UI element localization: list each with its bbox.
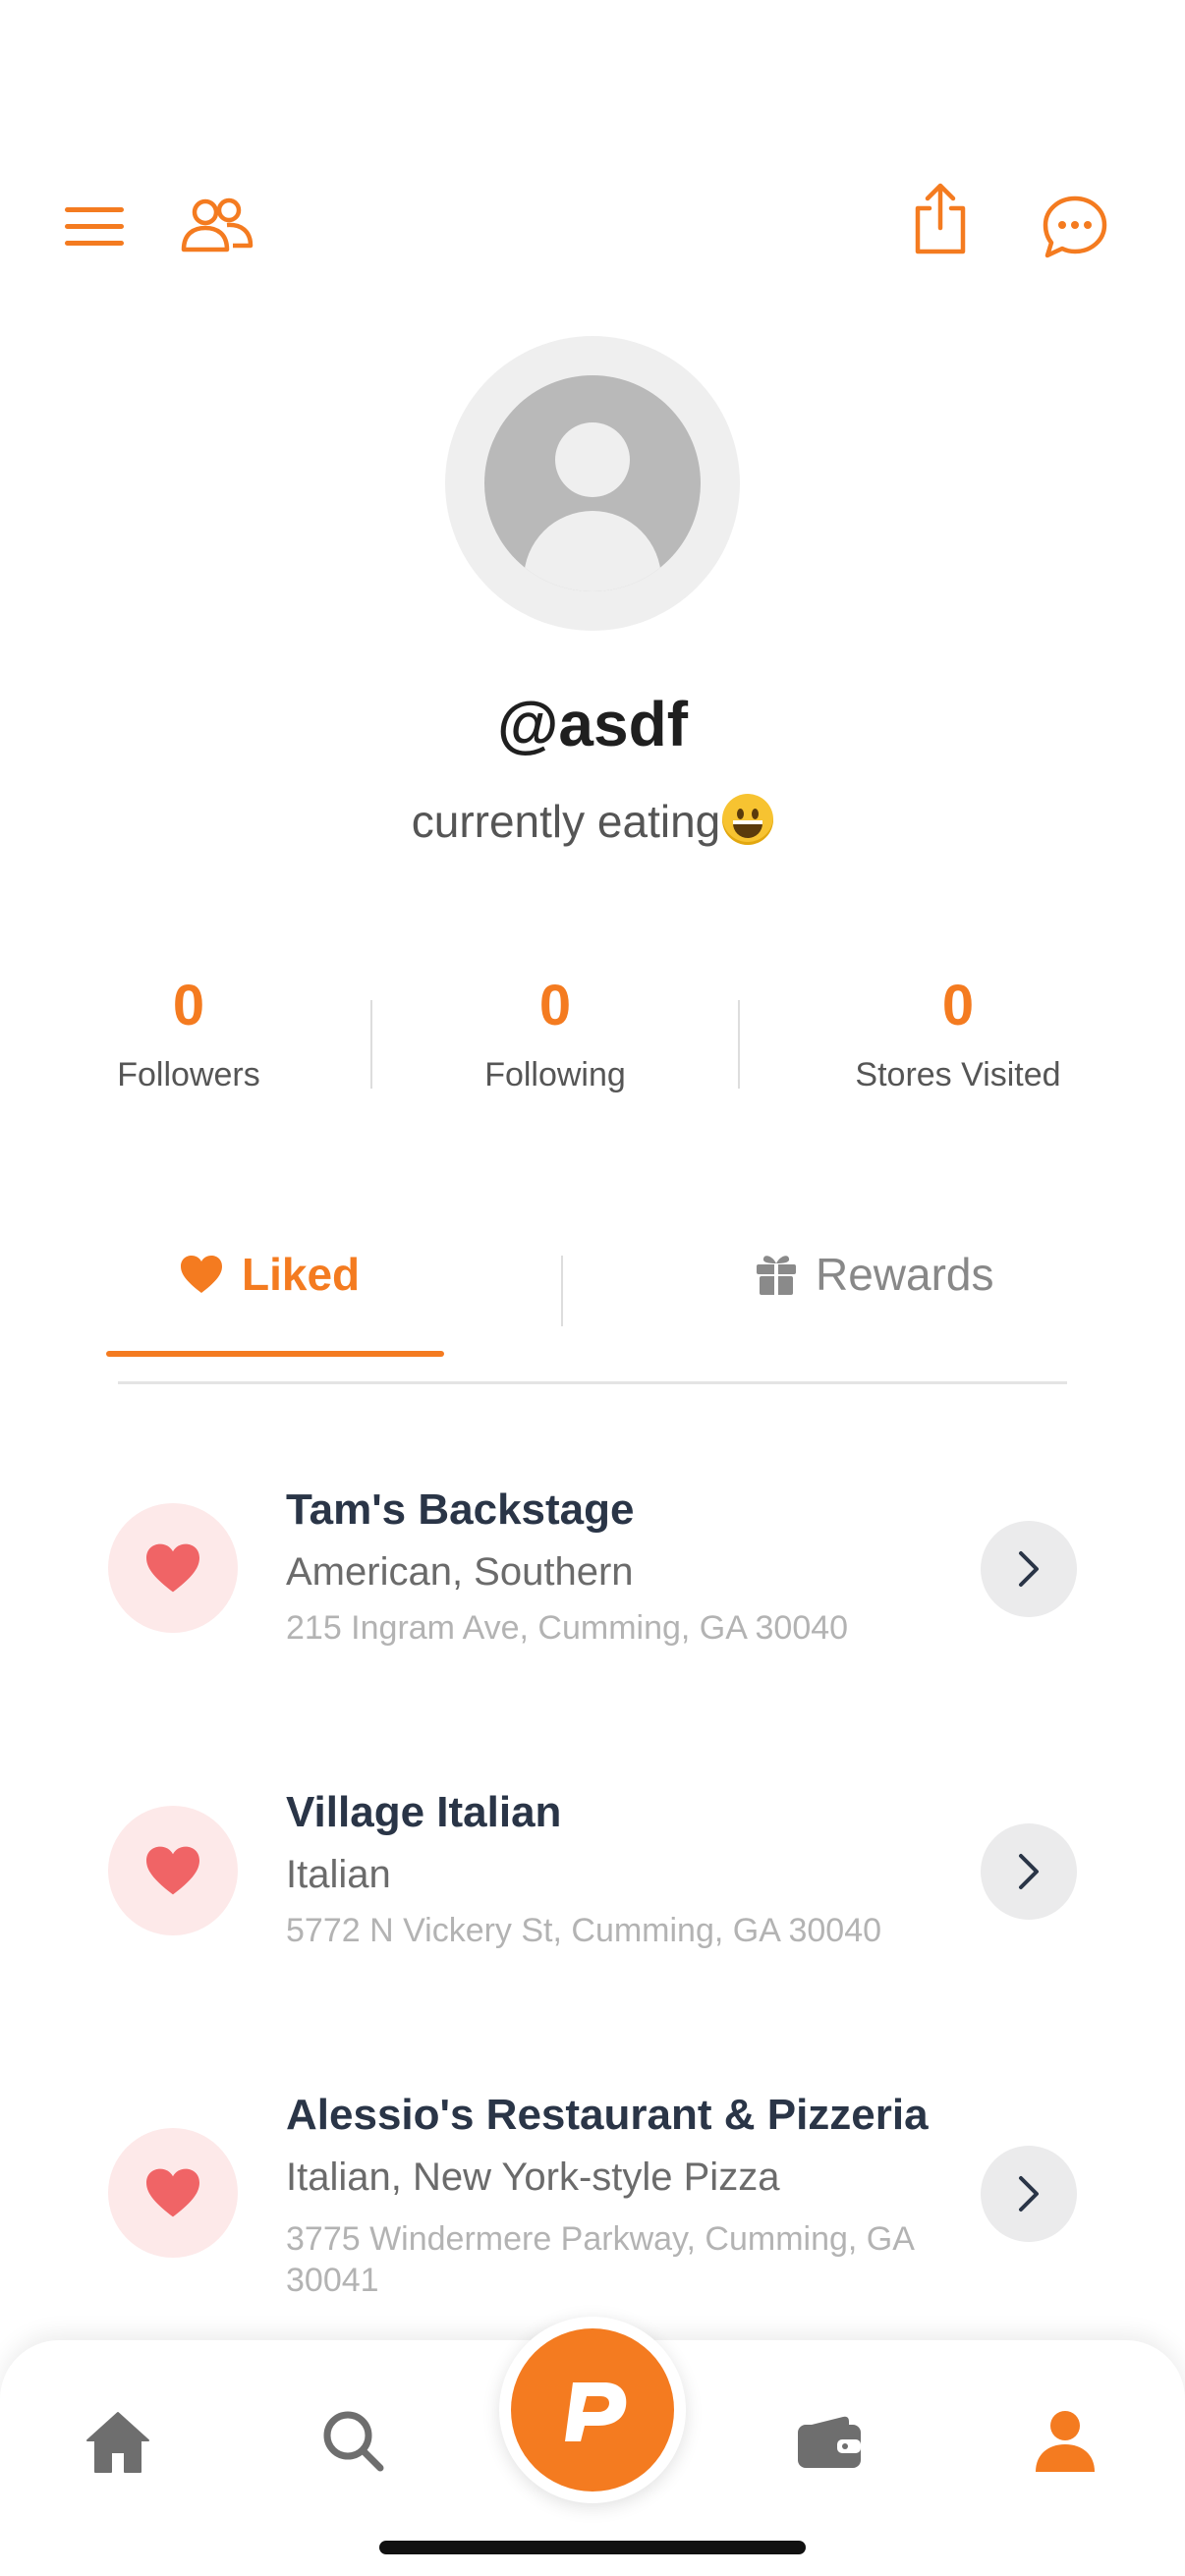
- app-logo-icon: [565, 2382, 627, 2441]
- store-cuisine: Italian, New York-style Pizza: [286, 2156, 780, 2199]
- home-icon: [86, 2412, 149, 2473]
- following-count: 0: [538, 974, 572, 1037]
- nav-wallet[interactable]: [780, 2392, 878, 2491]
- tab-divider: [561, 1256, 563, 1326]
- list-item[interactable]: Tam's Backstage American, Southern 215 I…: [0, 1468, 1185, 1664]
- store-name: Tam's Backstage: [286, 1485, 635, 1534]
- stores-visited-label: Stores Visited: [855, 1056, 1061, 1093]
- share-icon: [915, 183, 966, 254]
- list-item[interactable]: Village Italian Italian 5772 N Vickery S…: [0, 1770, 1185, 1967]
- stat-divider: [370, 1000, 372, 1089]
- heart-icon: [146, 1846, 199, 1895]
- store-cuisine: American, Southern: [286, 1550, 634, 1594]
- heart-icon: [146, 2168, 199, 2217]
- gift-icon: [757, 1256, 796, 1296]
- tab-liked[interactable]: Liked: [179, 1248, 360, 1301]
- menu-button[interactable]: [55, 193, 134, 261]
- chat-icon: [1043, 196, 1107, 258]
- username: @asdf: [497, 689, 688, 759]
- stat-divider: [738, 1000, 740, 1089]
- list-item[interactable]: Alessio's Restaurant & Pizzeria Italian,…: [0, 2073, 1185, 2309]
- wallet-icon: [798, 2416, 861, 2468]
- heart-badge: [108, 1806, 238, 1935]
- avatar-placeholder-icon: [484, 375, 701, 591]
- heart-badge: [108, 1503, 238, 1633]
- open-store-button[interactable]: [981, 1823, 1077, 1920]
- stores-visited-count: 0: [941, 974, 975, 1037]
- tab-rewards-label: Rewards: [816, 1249, 994, 1300]
- menu-icon: [65, 207, 124, 246]
- stat-followers[interactable]: 0 Followers: [12, 978, 366, 1094]
- store-address: 215 Ingram Ave, Cumming, GA 30040: [286, 1609, 849, 1647]
- bio: currently eating: [0, 794, 1185, 848]
- followers-label: Followers: [117, 1056, 260, 1093]
- grinning-face-emoji-icon: [722, 794, 774, 845]
- nav-home-app-button[interactable]: [499, 2317, 686, 2503]
- active-tab-indicator: [106, 1351, 444, 1357]
- chevron-right-icon: [1019, 1551, 1039, 1587]
- store-name: Alessio's Restaurant & Pizzeria: [286, 2091, 929, 2139]
- bio-text: currently eating: [411, 796, 721, 847]
- open-store-button[interactable]: [981, 1521, 1077, 1617]
- followers-count: 0: [172, 974, 205, 1037]
- home-indicator: [379, 2541, 806, 2554]
- chevron-right-icon: [1019, 2176, 1039, 2212]
- nav-profile[interactable]: [1016, 2392, 1114, 2491]
- tab-rewards[interactable]: Rewards: [755, 1248, 994, 1301]
- store-name: Village Italian: [286, 1788, 562, 1836]
- store-address: 5772 N Vickery St, Cumming, GA 30040: [286, 1912, 882, 1949]
- tabs-baseline: [118, 1381, 1067, 1384]
- store-cuisine: Italian: [286, 1853, 391, 1896]
- stat-following[interactable]: 0 Following: [378, 978, 732, 1094]
- following-label: Following: [484, 1056, 626, 1093]
- heart-icon: [146, 1543, 199, 1593]
- nav-search[interactable]: [305, 2392, 403, 2491]
- tab-liked-label: Liked: [242, 1249, 361, 1300]
- friends-icon: [181, 197, 254, 252]
- profile-icon: [1036, 2411, 1095, 2472]
- heart-badge: [108, 2128, 238, 2258]
- open-store-button[interactable]: [981, 2146, 1077, 2242]
- heart-icon: [181, 1256, 222, 1293]
- nav-home[interactable]: [69, 2392, 167, 2491]
- search-icon: [323, 2411, 384, 2472]
- chat-button[interactable]: [1038, 191, 1112, 265]
- friends-button[interactable]: [175, 191, 257, 261]
- stat-stores-visited[interactable]: 0 Stores Visited: [781, 978, 1135, 1094]
- avatar[interactable]: [445, 336, 740, 631]
- store-address: 3775 Windermere Parkway, Cumming, GA 300…: [286, 2220, 914, 2299]
- share-button[interactable]: [904, 177, 977, 259]
- chevron-right-icon: [1019, 1854, 1039, 1889]
